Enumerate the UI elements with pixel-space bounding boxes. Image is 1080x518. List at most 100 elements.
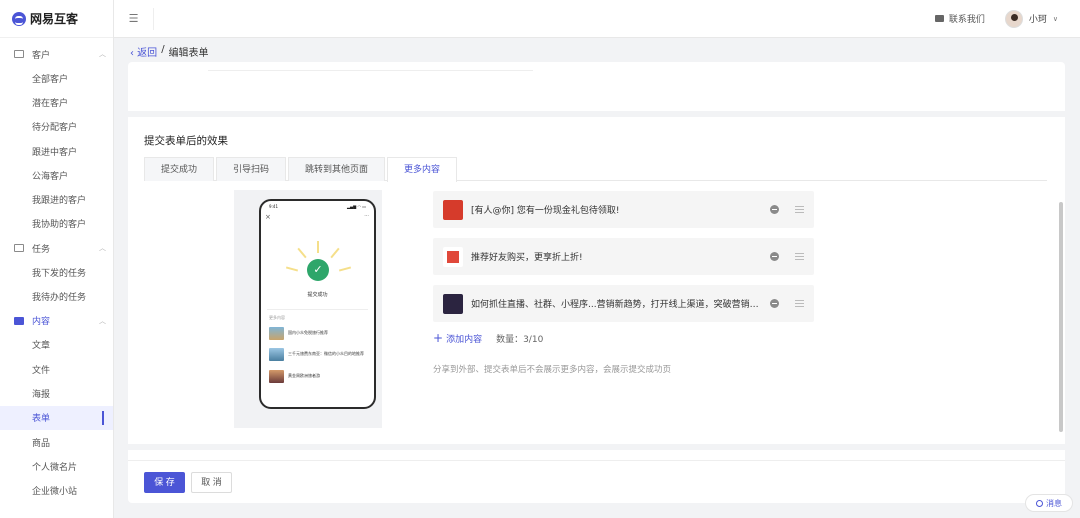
sidebar-item-my-followed-customers[interactable]: 我跟进的客户: [0, 187, 113, 211]
top-bar: ☰ 联系我们 小珂 ∨: [114, 0, 1080, 38]
thumbnail-image: [269, 326, 284, 340]
app-logo[interactable]: 网易互客: [0, 0, 113, 38]
sidebar-group-content[interactable]: 内容 ︿: [0, 309, 113, 333]
sidebar-group-label: 内容: [32, 317, 51, 328]
phone-preview: 9:41 ▂▄▆ ◠ ▭ × ··· ✓ 提交成功 更多内容 国内小众免税旅行推…: [234, 190, 382, 428]
app-name: 网易互客: [30, 12, 79, 26]
sidebar-group-task[interactable]: 任务 ︿: [0, 236, 113, 260]
sidebar-item-unassigned-customers[interactable]: 待分配客户: [0, 115, 113, 139]
thumbnail-image: [269, 347, 284, 361]
sidebar-item-forms[interactable]: 表单: [0, 405, 113, 430]
content-icon: [14, 316, 24, 325]
sidebar-group-label: 客户: [32, 50, 51, 61]
more-content-hint: 分享到外部、提交表单后不会展示更多内容，会展示提交成功页: [433, 365, 672, 375]
drag-handle-icon[interactable]: [795, 206, 804, 213]
content-count: 数量：3/10: [496, 335, 544, 345]
sidebar-item-following-customers[interactable]: 跟进中客户: [0, 139, 113, 163]
sidebar-item-all-customers[interactable]: 全部客户: [0, 66, 113, 90]
contact-label: 联系我们: [948, 15, 985, 25]
phone-item-title: 三千元旅费东南亚：微信的小众目的地推荐: [288, 351, 364, 356]
promo-thumbnail: [443, 246, 463, 267]
phone-item-title: 黄金周欧洲旅者游: [288, 373, 320, 378]
add-content-button[interactable]: + 添加内容: [433, 332, 482, 345]
phone-list-item: 三千元旅费东南亚：微信的小众目的地推荐: [269, 346, 368, 362]
close-icon: ×: [265, 213, 271, 221]
breadcrumb: ‹ 返回 / 编辑表单: [130, 44, 209, 59]
sidebar-item-business-card[interactable]: 个人微名片: [0, 454, 113, 478]
content-item-title: 如何抓住直播、社群、小程序...营销新趋势，打开线上渠道，突破营销困...: [471, 300, 760, 310]
divider: [128, 460, 1065, 461]
divider: [267, 309, 368, 310]
content-item-title: [有人@你] 您有一份现金礼包待领取!: [471, 206, 620, 216]
phone-frame: 9:41 ▂▄▆ ◠ ▭ × ··· ✓ 提交成功 更多内容 国内小众免税旅行推…: [259, 199, 376, 409]
article-thumbnail: [443, 293, 463, 314]
phone-time: 9:41: [269, 204, 278, 209]
thumbnail-image: [269, 369, 284, 383]
sidebar-nav: 客户 ︿ 全部客户 潜在客户 待分配客户 跟进中客户 公海客户 我跟进的客户 我…: [0, 38, 113, 503]
customer-card-icon: [14, 50, 24, 58]
sidebar-group-label: 任务: [32, 244, 51, 255]
section-divider: [128, 444, 1065, 450]
tab-submit-success[interactable]: 提交成功: [144, 157, 215, 181]
content-item[interactable]: 如何抓住直播、社群、小程序...营销新趋势，打开线上渠道，突破营销困...: [433, 285, 814, 322]
sidebar-item-files[interactable]: 文件: [0, 357, 113, 381]
phone-nav-bar: × ···: [261, 213, 374, 221]
content-item[interactable]: 推荐好友购买，更享折上折!: [433, 238, 814, 275]
add-content-label: 添加内容: [446, 335, 483, 345]
form-edit-card: 提交表单后的效果 提交成功 引导扫码 跳转到其他页面 更多内容 9:41 ▂▄▆…: [128, 62, 1065, 503]
breadcrumb-separator: /: [161, 44, 165, 55]
phone-list-item: 黄金周欧洲旅者游: [269, 368, 368, 384]
sidebar-group-customer[interactable]: 客户 ︿: [0, 42, 113, 66]
chevron-down-icon: ∨: [1052, 14, 1058, 23]
save-button[interactable]: 保 存: [144, 472, 185, 493]
avatar: [1004, 9, 1023, 28]
menu-toggle-icon[interactable]: ☰: [114, 7, 154, 30]
remove-icon[interactable]: [770, 252, 779, 261]
logo-icon: [12, 11, 26, 26]
sidebar: 网易互客 客户 ︿ 全部客户 潜在客户 待分配客户 跟进中客户 公海客户 我跟进…: [0, 0, 114, 518]
red-envelope-thumbnail: [443, 199, 463, 220]
section-divider: [128, 111, 1065, 117]
drag-handle-icon[interactable]: [795, 300, 804, 307]
sidebar-item-my-assisted-customers[interactable]: 我协助的客户: [0, 212, 113, 236]
chat-icon: [934, 15, 944, 22]
cancel-button[interactable]: 取 消: [191, 472, 232, 493]
add-content-row: + 添加内容 数量：3/10: [433, 332, 814, 345]
tab-redirect-page[interactable]: 跳转到其他页面: [288, 157, 386, 181]
celebration-ray: [285, 266, 299, 272]
phone-more-label: 更多内容: [269, 315, 285, 320]
phone-status-bar: 9:41 ▂▄▆ ◠ ▭: [261, 201, 374, 213]
more-icon: ···: [364, 213, 369, 219]
phone-item-title: 国内小众免税旅行推荐: [288, 330, 328, 335]
celebration-ray: [297, 247, 307, 259]
contact-us-link[interactable]: 联系我们: [934, 12, 985, 25]
tab-guide-scan[interactable]: 引导扫码: [216, 157, 287, 181]
sidebar-item-micro-site[interactable]: 企业微小站: [0, 478, 113, 502]
celebration-ray: [330, 247, 340, 259]
scrollbar[interactable]: [1059, 202, 1063, 432]
page-title: 编辑表单: [168, 48, 209, 59]
celebration-ray: [338, 266, 352, 272]
message-button[interactable]: 消息: [1025, 494, 1073, 512]
back-link[interactable]: ‹ 返回: [130, 44, 157, 59]
phone-list-item: 国内小众免税旅行推荐: [269, 325, 368, 341]
remove-icon[interactable]: [770, 299, 779, 308]
phone-success-text: 提交成功: [307, 292, 328, 298]
sidebar-item-products[interactable]: 商品: [0, 430, 113, 454]
plus-icon: +: [433, 331, 444, 345]
sidebar-item-todo-tasks[interactable]: 我待办的任务: [0, 284, 113, 308]
message-icon: [1036, 499, 1043, 507]
user-menu[interactable]: 小珂 ∨: [1004, 9, 1058, 28]
drag-handle-icon[interactable]: [795, 253, 804, 260]
chevron-up-icon: ︿: [99, 244, 106, 253]
sidebar-item-issued-tasks[interactable]: 我下发的任务: [0, 260, 113, 284]
content-item[interactable]: [有人@你] 您有一份现金礼包待领取!: [433, 191, 814, 228]
sidebar-item-potential-customers[interactable]: 潜在客户: [0, 90, 113, 114]
remove-icon[interactable]: [770, 205, 779, 214]
tab-more-content[interactable]: 更多内容: [387, 157, 458, 182]
sidebar-item-posters[interactable]: 海报: [0, 381, 113, 405]
task-icon: [14, 244, 24, 253]
sidebar-item-public-customers[interactable]: 公海客户: [0, 163, 113, 187]
sidebar-item-articles[interactable]: 文章: [0, 333, 113, 357]
more-content-list: [有人@你] 您有一份现金礼包待领取! 推荐好友购买，更享折上折! 如何抓住直播…: [433, 191, 814, 345]
